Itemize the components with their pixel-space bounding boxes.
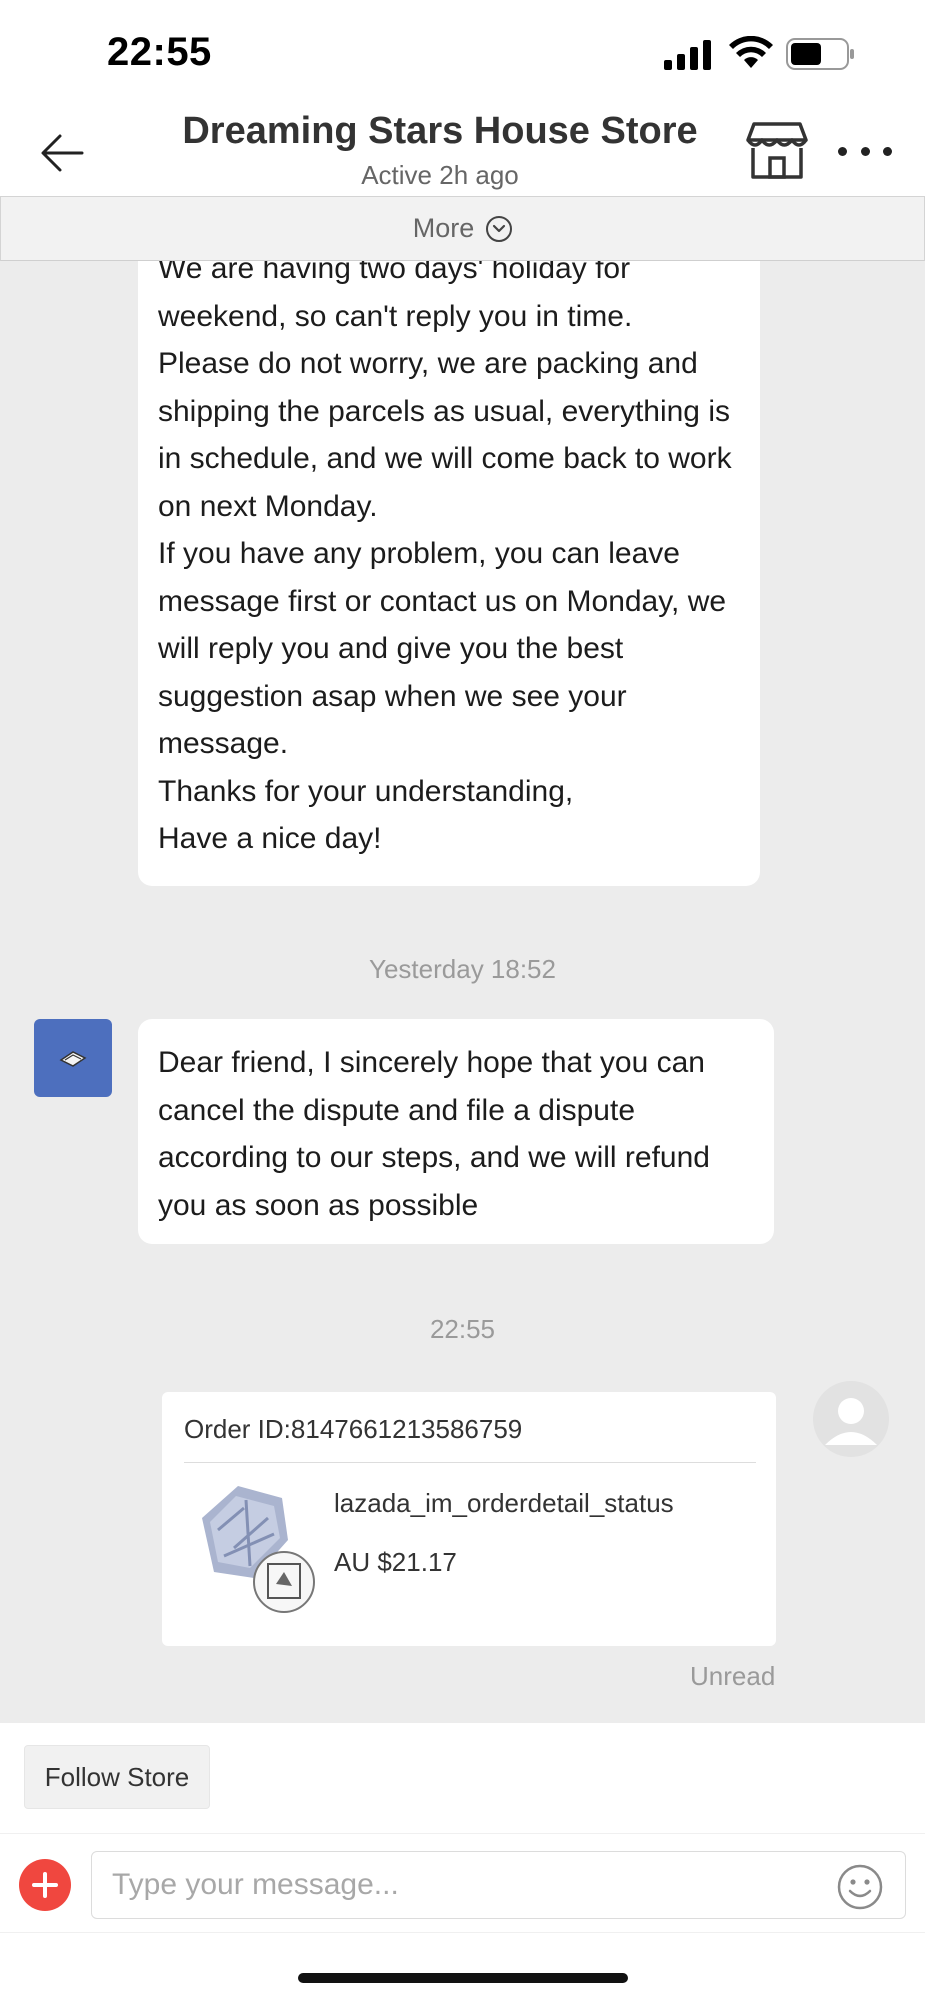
read-status: Unread xyxy=(690,1661,776,1691)
cellular-signal-icon xyxy=(664,40,711,70)
divider xyxy=(184,1462,756,1463)
message-input-row xyxy=(0,1833,925,1933)
more-label: More xyxy=(412,213,475,243)
dot-icon xyxy=(838,146,847,156)
more-options-button[interactable] xyxy=(838,136,892,166)
plus-icon xyxy=(32,1872,58,1898)
chat-header: Dreaming Stars House Store Active 2h ago xyxy=(0,110,925,196)
order-price: AU $21.17 xyxy=(334,1547,457,1577)
dot-icon xyxy=(883,146,892,156)
product-thumbnail xyxy=(202,1486,315,1613)
store-icon xyxy=(746,122,808,179)
home-indicator xyxy=(298,1973,628,1983)
order-status: lazada_im_orderdetail_status xyxy=(334,1488,674,1518)
chat-area[interactable]: More We are having two days' holiday for… xyxy=(0,196,925,1723)
user-icon xyxy=(825,1398,877,1445)
add-attachment-button[interactable] xyxy=(19,1859,71,1911)
seller-message-bubble: We are having two days' holiday for week… xyxy=(138,196,760,886)
status-bar: 22:55 xyxy=(0,0,925,110)
bottom-bar: Follow Store xyxy=(0,1723,925,2000)
wifi-icon xyxy=(729,36,773,68)
store-name[interactable]: Dreaming Stars House Store xyxy=(140,110,740,153)
store-button[interactable] xyxy=(746,122,808,180)
emoji-icon[interactable] xyxy=(836,1863,884,1911)
user-avatar[interactable] xyxy=(813,1381,889,1457)
battery-icon xyxy=(786,38,854,70)
dot-icon xyxy=(860,146,870,156)
arrow-left-icon xyxy=(41,134,84,172)
book-icon xyxy=(59,1051,87,1067)
seller-avatar[interactable] xyxy=(34,1019,112,1097)
order-id: Order ID:8147661213586759 xyxy=(184,1414,523,1444)
message-timestamp: Yesterday 18:52 xyxy=(369,954,556,984)
order-card[interactable]: Order ID:8147661213586759 lazada_im_orde… xyxy=(162,1392,776,1646)
active-status: Active 2h ago xyxy=(361,160,519,190)
more-bar[interactable]: More xyxy=(0,196,925,261)
seller-message-bubble: Dear friend, I sincerely hope that you c… xyxy=(138,1019,774,1244)
status-time: 22:55 xyxy=(107,30,212,74)
chevron-down-icon xyxy=(486,215,513,242)
follow-store-button[interactable]: Follow Store xyxy=(24,1745,210,1809)
back-button[interactable] xyxy=(34,125,90,181)
message-input[interactable] xyxy=(91,1851,906,1919)
message-timestamp: 22:55 xyxy=(429,1314,496,1344)
